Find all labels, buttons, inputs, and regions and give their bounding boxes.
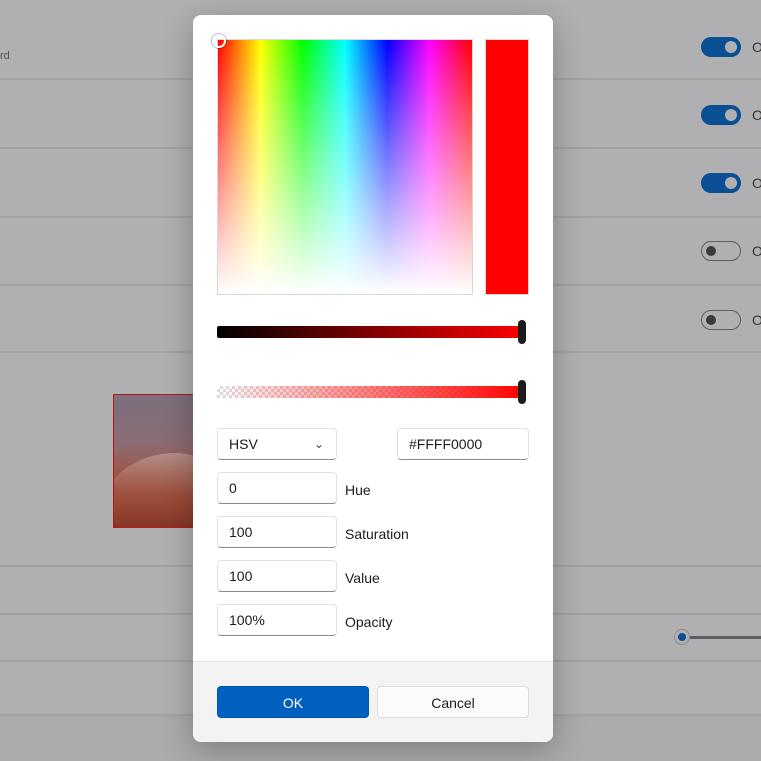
- color-picker-dialog: HSV ⌄ #FFFF0000 0 Hue 100 Saturation 100…: [193, 15, 553, 742]
- value-input[interactable]: 100: [217, 560, 337, 592]
- color-mode-dropdown[interactable]: HSV ⌄: [217, 428, 337, 460]
- saturation-label: Saturation: [345, 526, 409, 542]
- hex-value: #FFFF0000: [409, 436, 483, 452]
- toggle-4-state: O: [752, 243, 761, 259]
- dialog-footer: OK Cancel: [193, 661, 553, 742]
- hue-input[interactable]: 0: [217, 472, 337, 504]
- opacity-slider-thumb[interactable]: [518, 380, 526, 404]
- saturation-input[interactable]: 100: [217, 516, 337, 548]
- hex-input[interactable]: #FFFF0000: [397, 428, 529, 460]
- value-value: 100: [229, 568, 253, 584]
- toggle-5-state: O: [752, 312, 761, 328]
- selected-color-preview: [485, 39, 529, 295]
- opacity-value: 100%: [229, 612, 265, 628]
- toggle-switch-5[interactable]: [701, 310, 741, 330]
- toggle-switch-3[interactable]: [701, 173, 741, 193]
- toggle-switch-4[interactable]: [701, 241, 741, 261]
- hue-value: 0: [229, 480, 237, 496]
- value-slider-thumb[interactable]: [518, 320, 526, 344]
- spectrum-selector-handle[interactable]: [212, 34, 226, 48]
- toggle-switch-2[interactable]: [701, 105, 741, 125]
- value-label: Value: [345, 570, 380, 586]
- opacity-label: Opacity: [345, 614, 393, 630]
- color-mode-value: HSV: [229, 436, 258, 452]
- background-thumbnail[interactable]: [113, 394, 195, 528]
- cancel-button[interactable]: Cancel: [377, 686, 529, 718]
- opacity-gradient: [217, 386, 525, 398]
- chevron-down-icon: ⌄: [313, 437, 324, 451]
- opacity-input[interactable]: 100%: [217, 604, 337, 636]
- color-spectrum[interactable]: [212, 34, 473, 295]
- toggle-switch-1[interactable]: [701, 37, 741, 57]
- ok-button[interactable]: OK: [217, 686, 369, 718]
- toggle-2-state: O: [752, 107, 761, 123]
- saturation-value: 100: [229, 524, 253, 540]
- toggle-1-state: O: [752, 39, 761, 55]
- opacity-slider[interactable]: [217, 380, 526, 404]
- background-slider-thumb[interactable]: [674, 629, 690, 645]
- settings-row-1-desc: rd: [0, 50, 10, 62]
- hue-label: Hue: [345, 482, 371, 498]
- toggle-3-state: O: [752, 175, 761, 191]
- background-slider-track[interactable]: [690, 636, 761, 639]
- value-slider[interactable]: [217, 320, 526, 344]
